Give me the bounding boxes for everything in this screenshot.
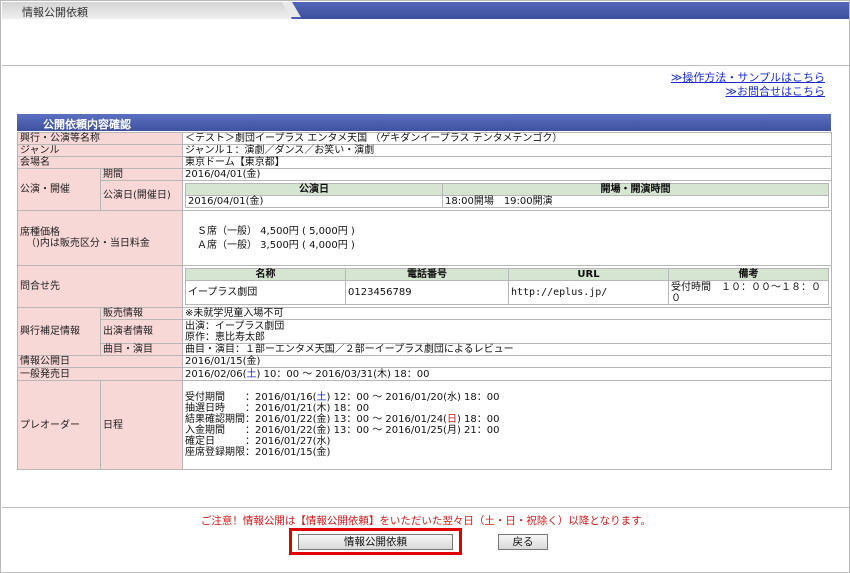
column-header: 公演日 — [185, 183, 443, 196]
row-label: 興行補足情報 — [17, 307, 101, 356]
table-row: 出演者情報 出演：イープラス劇団 原作：恵比寿太郎 — [18, 319, 832, 344]
row-label: 一般発売日 — [17, 367, 183, 381]
row-label: 会場名 — [17, 156, 183, 169]
schedule-table: 公演日 開場・開演時間 2016/04/01(金) 18:00開場 19:00開演 — [185, 183, 829, 208]
preorder-text: 座席登録期限：2016/01/15(金) — [185, 447, 331, 458]
preorder-line: 確定日 ：2016/01/27(水) — [185, 436, 829, 447]
row-sublabel: 出演者情報 — [100, 319, 183, 344]
weekday-text: 日 — [446, 414, 457, 425]
row-sublabel: 販売情報 — [100, 307, 183, 320]
table-row: 興行・公演等名称 ＜テスト＞劇団イープラス エンタメ天国 （ゲキダンイープラス … — [17, 132, 832, 145]
info-release-request-button[interactable]: 情報公開依頼 — [298, 534, 453, 550]
contact-remarks: 受付時間 １０：００～１８：００ — [668, 280, 829, 305]
performer-line: 原作：恵比寿太郎 — [185, 331, 265, 343]
contact-name: イープラス劇団 — [185, 280, 346, 305]
row-sublabel: 日程 — [100, 380, 183, 470]
window-title: 情報公開依頼 — [22, 6, 88, 19]
row-sublabel: 曲目・演目 — [100, 343, 183, 356]
performance-date: 2016/04/01(金) — [185, 195, 443, 208]
performance-name-value: ＜テスト＞劇団イープラス エンタメ天国 （ゲキダンイープラス テンタメテンゴク） — [182, 132, 832, 145]
info-release-value: 2016/01/15(金) — [182, 355, 832, 368]
table-row: 情報公開日 2016/01/15(金) — [17, 355, 832, 368]
preorder-schedule: 受付期間 ：2016/01/16(土) 12：00 ～ 2016/01/20(水… — [182, 380, 832, 470]
preorder-text: ) 18：00 — [456, 414, 500, 425]
seat-price-line: Ｓ席（一般） 4,500円 ( 5,000円 ) — [197, 225, 355, 237]
help-links: ≫操作方法・サンプルはこちら ≫お問合せはこちら — [671, 71, 825, 99]
row-sublabel: 公演日(開催日) — [100, 180, 183, 211]
preorder-text: 結果確認期間：2016/01/22(金) 13：00 ～ 2016/01/24( — [185, 414, 447, 425]
contact-phone: 0123456789 — [345, 280, 509, 305]
preorder-text: 入金期間 ：2016/01/22(金) 13：00 ～ 2016/01/25(月… — [185, 425, 500, 436]
row-label: 興行・公演等名称 — [17, 132, 183, 145]
table-row: 興行補足情報 販売情報 ※未就学児童入場不可 — [17, 307, 832, 356]
column-header: URL — [508, 268, 669, 281]
seat-price-label: 席種価格 — [20, 227, 60, 238]
table-row: 会場名 東京ドーム【東京都】 — [17, 156, 832, 169]
table-row: 公演日(開催日) 公演日 開場・開演時間 2016/04/01(金) 18:00開場… — [18, 180, 832, 211]
table-row: 問合せ先 名称 電話番号 URL 備考 イープラス劇団 0123456789 h… — [17, 265, 832, 308]
seat-price-sublabel: （)内は販売区分・当日料金 — [26, 238, 150, 249]
table-row: 一般発売日 2016/02/06(土) 10：00 ～ 2016/03/31(木… — [17, 367, 832, 381]
weekday-text: 土 — [316, 392, 327, 403]
table-row: プレオーダー 日程 受付期間 ：2016/01/16(土) 12：00 ～ 20… — [17, 380, 832, 470]
program-value: 曲目・演目：１部ーエンタメ天国／２部ーイープラス劇団によるレビュー — [182, 343, 832, 356]
contact-table: 名称 電話番号 URL 備考 イープラス劇団 0123456789 http:/… — [185, 268, 829, 305]
sales-info-value: ※未就学児童入場不可 — [182, 307, 832, 320]
column-header: 開場・開演時間 — [442, 183, 829, 196]
back-button[interactable]: 戻る — [498, 534, 548, 550]
confirmation-table: 興行・公演等名称 ＜テスト＞劇団イープラス エンタメ天国 （ゲキダンイープラス … — [17, 132, 832, 470]
schedule-cell: 公演日 開場・開演時間 2016/04/01(金) 18:00開場 19:00開演 — [182, 180, 832, 211]
table-row: ジャンル ジャンル１：演劇／ダンス／お笑い・演劇 — [17, 144, 832, 157]
contact-cell: 名称 電話番号 URL 備考 イープラス劇団 0123456789 http:/… — [182, 265, 832, 308]
divider — [2, 65, 849, 66]
preorder-text: 抽選日時 ：2016/01/21(木) 18：00 — [185, 403, 370, 414]
table-row: 公演・開催 期間 2016/04/01(金) — [17, 168, 832, 211]
table-row: 席種価格 （)内は販売区分・当日料金 Ｓ席（一般） 4,500円 ( 5,000… — [17, 210, 832, 266]
preorder-line: 入金期間 ：2016/01/22(金) 13：00 ～ 2016/01/25(月… — [185, 425, 829, 436]
column-header: 名称 — [185, 268, 346, 281]
preorder-line: 結果確認期間：2016/01/22(金) 13：00 ～ 2016/01/24(… — [185, 414, 829, 425]
contact-url: http://eplus.jp/ — [508, 280, 669, 305]
date-text: 2016/02/06( — [185, 368, 247, 380]
page-frame: 情報公開依頼 ≫操作方法・サンプルはこちら ≫お問合せはこちら 公開依頼内容確認… — [0, 0, 850, 573]
row-label: 問合せ先 — [17, 265, 183, 308]
operation-sample-link[interactable]: ≫操作方法・サンプルはこちら — [671, 71, 825, 85]
row-label: ジャンル — [17, 144, 183, 157]
row-label: プレオーダー — [17, 380, 101, 470]
title-tab: 情報公開依頼 — [2, 2, 292, 19]
seat-price-line: Ａ席（一般） 3,500円 ( 4,000円 ) — [197, 239, 355, 251]
row-label: 情報公開日 — [17, 355, 183, 368]
seat-price-value: Ｓ席（一般） 4,500円 ( 5,000円 ) Ａ席（一般） 3,500円 (… — [182, 210, 832, 266]
preorder-line: 座席登録期限：2016/01/15(金) — [185, 447, 829, 458]
divider — [2, 507, 849, 508]
genre-value: ジャンル１：演劇／ダンス／お笑い・演劇 — [182, 144, 832, 157]
preorder-text: ) 12：00 ～ 2016/01/20(水) 18：00 — [326, 392, 500, 403]
row-label: 公演・開催 — [17, 168, 101, 211]
contact-link[interactable]: ≫お問合せはこちら — [671, 85, 825, 99]
date-text: ) 10：00 ～ 2016/03/31(木) 18：00 — [256, 368, 430, 380]
performer-line: 出演：イープラス劇団 — [185, 320, 285, 332]
row-label: 席種価格 （)内は販売区分・当日料金 — [17, 210, 183, 266]
section-title: 公開依頼内容確認 — [43, 118, 131, 131]
performer-info-value: 出演：イープラス劇団 原作：恵比寿太郎 — [182, 319, 832, 344]
section-header: 公開依頼内容確認 — [17, 114, 831, 131]
preorder-text: 受付期間 ：2016/01/16( — [185, 392, 317, 403]
row-sublabel: 期間 — [100, 168, 183, 181]
title-bar: 情報公開依頼 — [2, 2, 849, 19]
column-header: 備考 — [668, 268, 829, 281]
weekday-text: 土 — [246, 368, 257, 380]
preorder-line: 受付期間 ：2016/01/16(土) 12：00 ～ 2016/01/20(水… — [185, 392, 829, 403]
open-start-time: 18:00開場 19:00開演 — [442, 195, 829, 208]
preorder-line: 抽選日時 ：2016/01/21(木) 18：00 — [185, 403, 829, 414]
column-header: 電話番号 — [345, 268, 509, 281]
venue-value: 東京ドーム【東京都】 — [182, 156, 832, 169]
general-sale-value: 2016/02/06(土) 10：00 ～ 2016/03/31(木) 18：0… — [182, 367, 832, 381]
period-value: 2016/04/01(金) — [182, 168, 832, 181]
notice-text: ご注意！情報公開は【情報公開依頼】をいただいた翌々日（土・日・祝除く）以降となり… — [200, 515, 652, 527]
title-bar-accent — [292, 2, 849, 19]
table-row: 曲目・演目 曲目・演目：１部ーエンタメ天国／２部ーイープラス劇団によるレビュー — [18, 343, 832, 356]
preorder-text: 確定日 ：2016/01/27(水) — [185, 436, 331, 447]
